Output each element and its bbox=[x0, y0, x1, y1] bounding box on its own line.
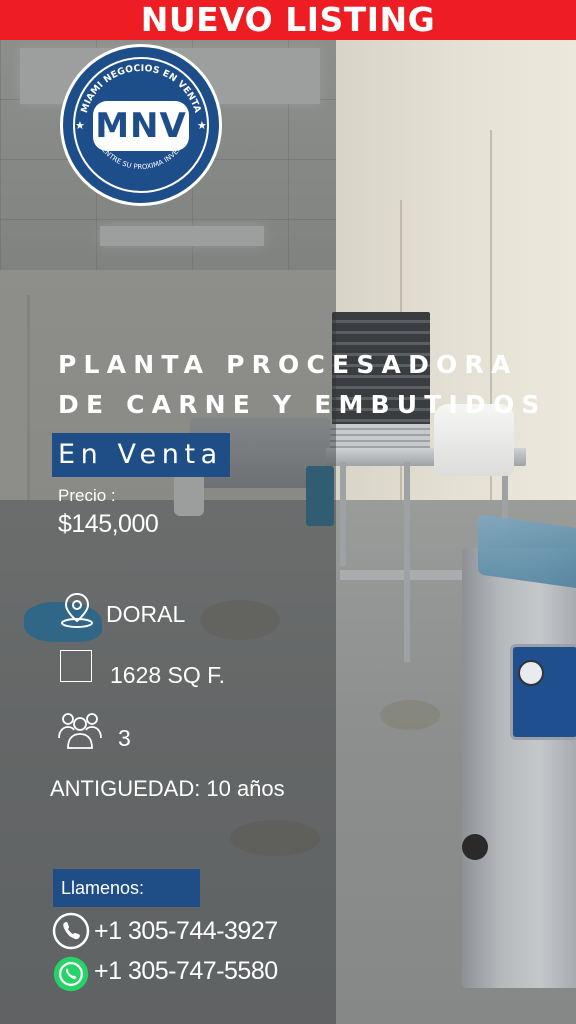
location-text: DORAL bbox=[106, 601, 186, 627]
age-label: ANTIGUEDAD: bbox=[50, 776, 201, 801]
machine-wheel bbox=[462, 834, 488, 860]
vacuum-machine bbox=[462, 548, 576, 988]
logo-mark-text: MNV bbox=[95, 106, 187, 146]
phone-number-1[interactable]: +1 305-744-3927 bbox=[94, 917, 278, 946]
listing-title-line2: DE CARNE Y EMBUTIDOS bbox=[58, 390, 547, 419]
top-banner: NUEVO LISTING bbox=[0, 0, 576, 40]
machine-dial bbox=[518, 660, 544, 686]
logo-mark: MNV bbox=[93, 101, 189, 151]
age-row: ANTIGUEDAD: 10 años bbox=[50, 776, 285, 802]
age-value: 10 años bbox=[206, 776, 285, 801]
machine-panel bbox=[510, 644, 576, 740]
price-value: $145,000 bbox=[58, 510, 159, 538]
floor-stain bbox=[380, 700, 440, 730]
phone-icon[interactable] bbox=[52, 912, 90, 950]
price-label: Precio : bbox=[58, 486, 116, 505]
table-leg bbox=[404, 462, 410, 662]
whatsapp-icon[interactable] bbox=[52, 955, 90, 993]
people-group-icon bbox=[58, 713, 102, 749]
square-area-icon bbox=[60, 650, 92, 682]
phone-number-2[interactable]: +1 305-747-5580 bbox=[94, 957, 278, 986]
star-icon: ★ bbox=[197, 120, 207, 132]
star-icon: ★ bbox=[75, 120, 85, 132]
table-leg bbox=[340, 462, 346, 566]
listing-title-line1: PLANTA PROCESADORA bbox=[58, 350, 518, 379]
area-text: 1628 SQ F. bbox=[110, 662, 226, 688]
employees-text: 3 bbox=[118, 725, 131, 751]
banner-title: NUEVO LISTING bbox=[140, 0, 436, 39]
wall-panel-line bbox=[490, 130, 492, 550]
mnv-logo: MIAMI NEGOCIOS EN VENTA ENCUENTRE SU PRO… bbox=[60, 44, 222, 206]
location-pin-icon bbox=[61, 592, 93, 628]
status-badge: En Venta bbox=[52, 433, 230, 477]
steel-shelf bbox=[340, 570, 480, 580]
contact-label: Llamenos: bbox=[53, 869, 200, 907]
